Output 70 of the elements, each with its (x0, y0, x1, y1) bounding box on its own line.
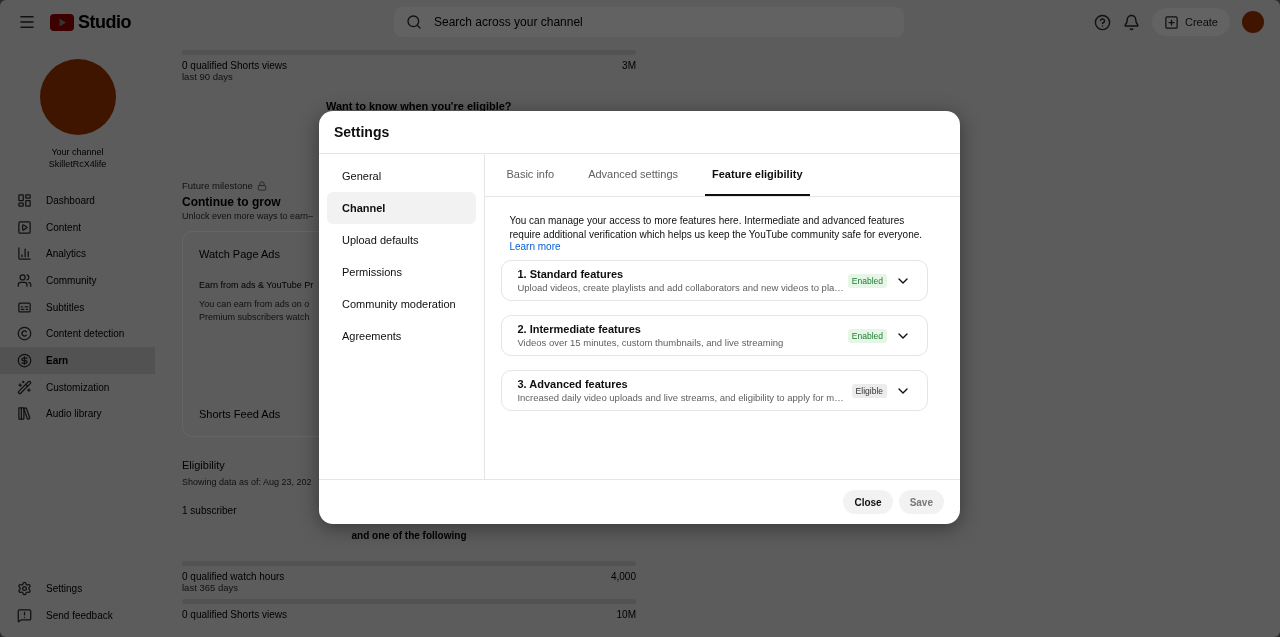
close-button[interactable]: Close (843, 490, 893, 514)
milestone-kicker: Future milestone (182, 180, 253, 191)
feature-description: Videos over 15 minutes, custom thumbnails, and live streaming (517, 337, 785, 348)
feature-description: Upload videos, create playlists and add collaborators and new videos to pla… (517, 282, 844, 293)
search-field[interactable]: Search across your channel (432, 14, 892, 30)
metric-target: 3M (622, 60, 636, 71)
logo-text: Studio (78, 11, 131, 33)
status-badge: Enabled (847, 328, 887, 343)
library-icon (17, 406, 32, 422)
feature-card[interactable]: 1. Standard features Upload videos, create playlists and add collaborators and new videos to pla… Enabled (501, 260, 928, 301)
metric-period: last 90 days (182, 71, 233, 82)
settings-nav-item[interactable]: Agreements (327, 320, 477, 352)
card-text: You can earn from ads on o Premium subscribers watch (199, 298, 310, 324)
copyright-icon (17, 326, 32, 342)
settings-nav-item[interactable]: Permissions (327, 256, 477, 288)
dialog-title: Settings (334, 124, 390, 140)
status-badge: Eligible (851, 383, 887, 398)
settings-nav-item[interactable]: Community moderation (327, 288, 477, 320)
channel-handle: SkilletRcX4life (48, 159, 107, 169)
card-footer-title: Shorts Feed Ads (199, 408, 281, 420)
search-bar[interactable]: Search across your channel (394, 7, 904, 37)
settings-icon (17, 581, 32, 597)
video-plus-icon (1163, 14, 1179, 30)
feature-title: 2. Intermediate features (517, 323, 642, 335)
metric-label: 0 qualified Shorts views (182, 60, 288, 71)
play-logo-icon (50, 13, 74, 31)
bell-icon[interactable] (1122, 13, 1140, 31)
people-icon (17, 272, 32, 288)
metric-target: 10M (616, 609, 636, 620)
subscriber-count: 1 subscriber (182, 505, 237, 516)
feedback-icon (17, 608, 32, 624)
create-button[interactable]: Create (1151, 8, 1230, 36)
settings-nav-item[interactable]: Channel (327, 192, 477, 224)
learn-more-link[interactable]: Learn more (509, 241, 561, 252)
separator-text: and one of the following (351, 530, 467, 541)
metric-period: last 365 days (182, 582, 238, 593)
dollar-icon (17, 352, 32, 368)
lock-icon (256, 180, 267, 191)
card-subtitle: Earn from ads & YouTube Pr (199, 280, 314, 290)
metric-label: 0 qualified Shorts views (182, 609, 288, 620)
channel-label: Your channel (51, 147, 104, 157)
feature-title: 3. Advanced features (517, 378, 629, 390)
metric-target: 4,000 (610, 571, 636, 582)
feature-description: Increased daily video uploads and live streams, and eligibility to apply for m… (517, 392, 845, 403)
feature-title: 1. Standard features (517, 268, 625, 280)
tab[interactable]: Advanced settings (581, 154, 686, 196)
feature-card[interactable]: 3. Advanced features Increased daily video uploads and live streams, and eligibility to apply for m… Eligible (501, 370, 928, 411)
settings-nav-item[interactable]: Upload defaults (327, 224, 477, 256)
play-square-icon (17, 219, 32, 235)
feature-card[interactable]: 2. Intermediate features Videos over 15 minutes, custom thumbnails, and live streaming Enabled (501, 315, 928, 356)
bar-chart-icon (17, 246, 32, 262)
help-icon[interactable] (1093, 13, 1111, 31)
dashboard-icon (17, 192, 32, 208)
settings-nav-item[interactable]: General (327, 160, 477, 192)
metric-label: 0 qualified watch hours (182, 571, 285, 582)
milestone-subtitle: Unlock even more ways to earn– (182, 211, 314, 221)
description-text: You can manage your access to more features here. Intermediate and advanced features require additional verification which helps us keep the YouTube community safe for everyone. (509, 214, 924, 241)
status-badge: Enabled (847, 273, 887, 288)
avatar[interactable] (1242, 11, 1264, 33)
magic-wand-icon (17, 379, 32, 395)
card-title: Watch Page Ads (199, 248, 280, 260)
tab[interactable]: Feature eligibility (705, 154, 810, 196)
menu-icon[interactable] (18, 13, 36, 31)
captions-icon (17, 299, 32, 315)
eligibility-prompt: Want to know when you're eligible? (326, 100, 512, 112)
eligibility-title: Eligibility (182, 459, 225, 471)
search-icon (406, 14, 422, 30)
eligibility-date: Showing data as of: Aug 23, 202 (182, 477, 312, 487)
milestone-title: Continue to grow (182, 195, 281, 209)
tab[interactable]: Basic info (499, 154, 562, 196)
